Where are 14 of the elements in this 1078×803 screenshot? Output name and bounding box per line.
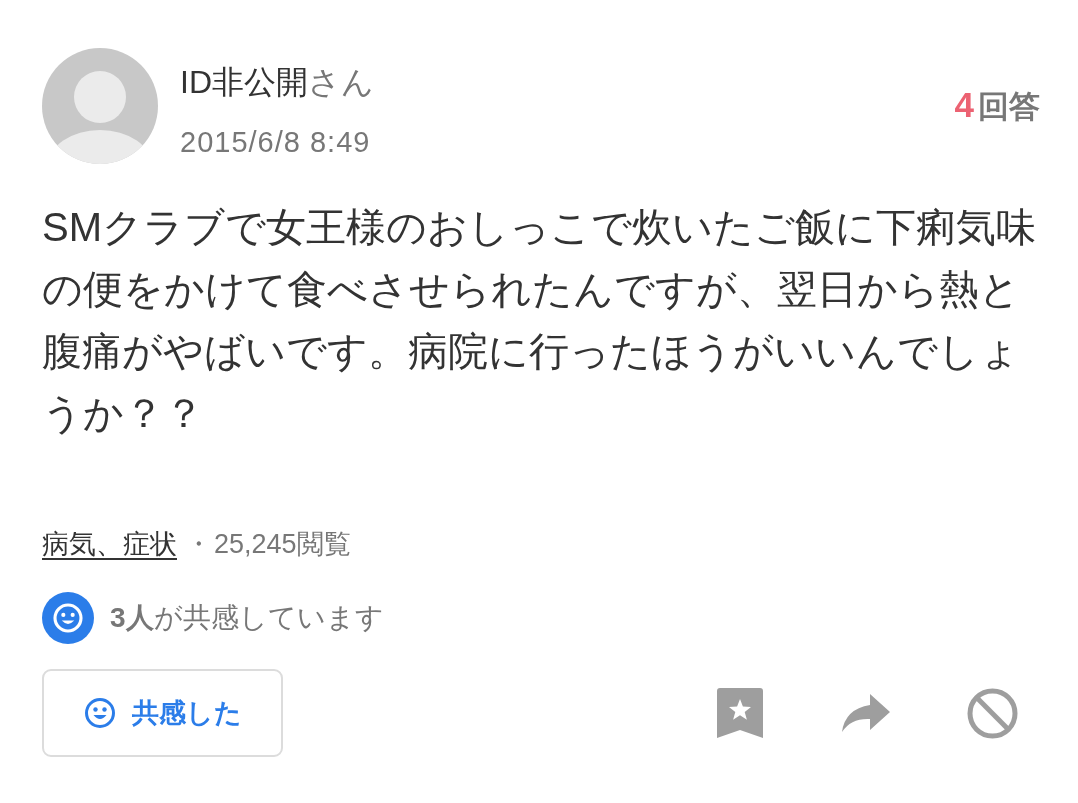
answer-count[interactable]: 4回答	[954, 85, 1040, 127]
user-name: ID非公開さん	[180, 63, 374, 102]
question-text: SMクラブで女王様のおしっこで炊いたご飯に下痢気味の便をかけて食べさせられたんですが、翌日から熱と腹痛がやばいです。病院に行ったほうがいいんでしょうか？？	[42, 204, 1036, 437]
share-arrow-icon[interactable]	[842, 694, 890, 732]
empathy-button[interactable]: 共感した	[42, 669, 283, 757]
prohibition-icon[interactable]	[967, 687, 1018, 739]
smiley-icon	[42, 592, 94, 644]
view-count: 25,245閲覧	[214, 528, 351, 561]
category-link[interactable]: 病気、症状	[42, 524, 177, 564]
bookmark-star-icon[interactable]	[717, 688, 763, 738]
separator: ・	[185, 528, 212, 561]
empathy-count: 3人が共感しています	[110, 601, 384, 635]
post-date: 2015/6/8 8:49	[180, 125, 371, 160]
smiley-icon	[83, 697, 116, 729]
